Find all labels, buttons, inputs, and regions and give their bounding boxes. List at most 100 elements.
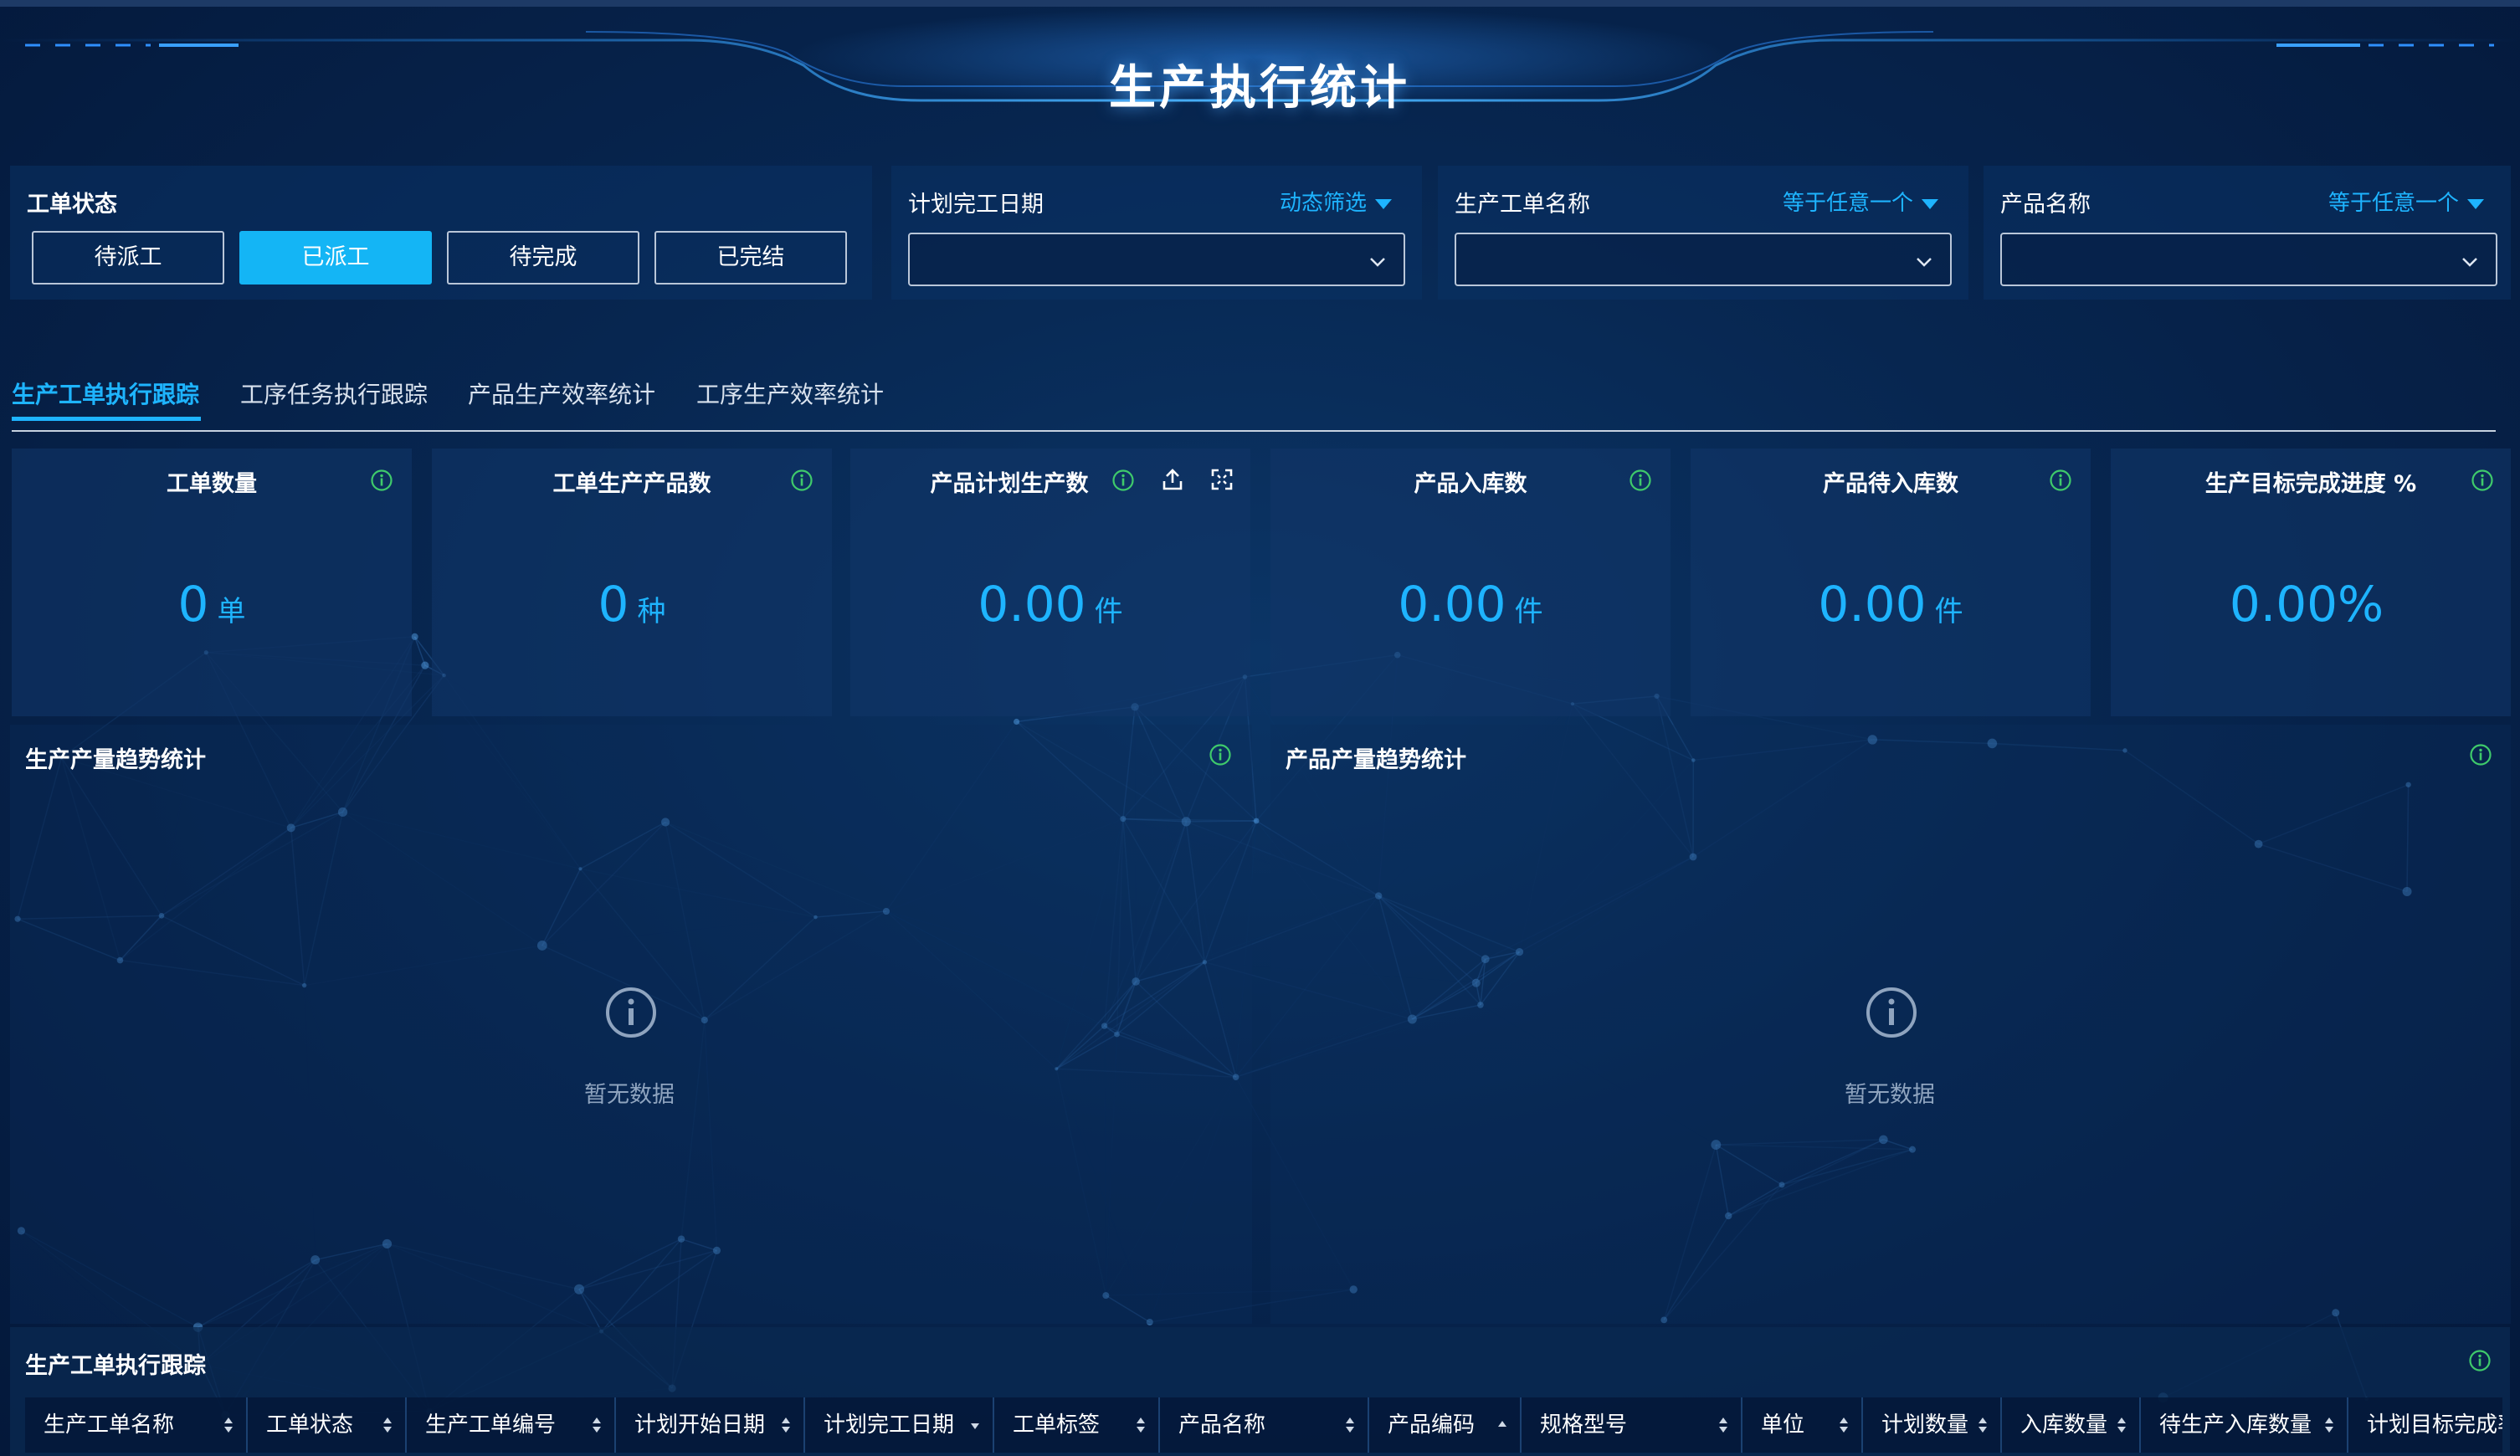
filter-mode-dropdown[interactable]: 等于任意一个: [1783, 186, 1938, 217]
tab-active-indicator: [12, 417, 201, 421]
kpi-value: 0种: [432, 576, 832, 633]
info-icon[interactable]: [370, 469, 393, 492]
column-header-work-order-status[interactable]: 工单状态: [248, 1397, 407, 1453]
sort-desc-icon[interactable]: [969, 1416, 981, 1434]
chart-panel-product-trend: 产品产量趋势统计 暂无数据: [1270, 725, 2511, 1324]
sort-icon[interactable]: [382, 1416, 393, 1434]
status-button-pending-complete[interactable]: 待完成: [447, 231, 639, 285]
sort-icon[interactable]: [780, 1416, 792, 1434]
column-header-product-name[interactable]: 产品名称: [1160, 1397, 1369, 1453]
tab-process-task-tracking[interactable]: 工序任务执行跟踪: [240, 377, 428, 410]
sort-icon[interactable]: [1717, 1416, 1729, 1434]
column-header-pending-stock-quantity[interactable]: 待生产入库数量: [2141, 1397, 2348, 1453]
empty-text: 暂无数据: [584, 1082, 675, 1108]
sort-icon[interactable]: [1977, 1416, 1989, 1434]
info-icon[interactable]: [790, 469, 813, 492]
filter-work-order-status: 工单状态 待派工 已派工 待完成 已完结: [10, 166, 872, 300]
sort-icon[interactable]: [591, 1416, 603, 1434]
kpi-number: 0.00: [1818, 576, 1927, 633]
page-title: 生产执行统计: [1109, 61, 1410, 115]
kpi-number: 0.00: [1398, 576, 1506, 633]
column-header-label: 工单标签: [1013, 1412, 1101, 1438]
column-header-plan-quantity[interactable]: 计划数量: [1863, 1397, 2002, 1453]
kpi-value: 0.00%: [2111, 576, 2511, 633]
filter-product-name: 产品名称 等于任意一个: [1984, 166, 2511, 300]
kpi-unit: 种: [637, 595, 666, 628]
sort-icon[interactable]: [2116, 1416, 2127, 1434]
column-header-plan-start-date[interactable]: 计划开始日期: [616, 1397, 805, 1453]
filter-mode-label: 等于任意一个: [2328, 191, 2459, 216]
column-header-work-order-tag[interactable]: 工单标签: [994, 1397, 1160, 1453]
column-header-label: 生产工单编号: [425, 1412, 557, 1438]
column-header-label: 产品编码: [1388, 1412, 1476, 1438]
sort-icon[interactable]: [1344, 1416, 1356, 1434]
kpi-value: 0.00 件: [1270, 576, 1671, 633]
top-edge: [0, 0, 2520, 7]
info-icon[interactable]: [2469, 743, 2492, 766]
kpi-card-pending-stock: 产品待入库数 0.00 件: [1691, 449, 2091, 716]
kpi-value: 0单: [12, 576, 412, 633]
info-icon[interactable]: [1209, 743, 1232, 766]
column-header-label: 计划目标完成率: [2367, 1412, 2502, 1438]
column-header-product-code[interactable]: 产品编码: [1369, 1397, 1522, 1453]
table-header-row: 生产工单名称 工单状态 生产工单编号 计划开始日期 计划完工日期 工单标签 产品…: [25, 1397, 2502, 1453]
sort-icon[interactable]: [2323, 1416, 2335, 1434]
chart-title: 生产产量趋势统计: [25, 747, 206, 773]
info-icon[interactable]: [1629, 469, 1652, 492]
chevron-down-icon: [2462, 258, 2477, 267]
kpi-title: 产品待入库数: [1823, 471, 1958, 497]
column-header-unit[interactable]: 单位: [1742, 1397, 1863, 1453]
column-header-plan-finish-date[interactable]: 计划完工日期: [805, 1397, 994, 1453]
filter-label: 生产工单名称: [1455, 192, 1590, 218]
filter-plan-finish-date: 计划完工日期 动态筛选: [891, 166, 1422, 300]
sort-icon[interactable]: [1135, 1416, 1147, 1434]
kpi-number: 0: [598, 576, 629, 633]
sort-asc-icon[interactable]: [1496, 1416, 1508, 1434]
column-header-work-order-name[interactable]: 生产工单名称: [25, 1397, 248, 1453]
kpi-number: 0.00: [978, 576, 1086, 633]
column-header-target-completion-rate[interactable]: 计划目标完成率: [2348, 1397, 2502, 1453]
chart-panel-production-trend: 生产产量趋势统计 暂无数据: [10, 725, 1252, 1324]
tab-process-efficiency[interactable]: 工序生产效率统计: [696, 377, 884, 410]
info-icon[interactable]: [1111, 469, 1135, 492]
info-icon[interactable]: [2049, 469, 2072, 492]
column-header-stock-quantity[interactable]: 入库数量: [2002, 1397, 2141, 1453]
tab-bar: 生产工单执行跟踪 工序任务执行跟踪 产品生产效率统计 工序生产效率统计: [12, 368, 2496, 432]
fullscreen-icon[interactable]: [1210, 468, 1234, 491]
filter-mode-label: 动态筛选: [1279, 191, 1367, 216]
tab-label: 生产工单执行跟踪: [12, 381, 200, 408]
filter-label: 工单状态: [27, 192, 117, 218]
column-header-label: 计划完工日期: [824, 1412, 955, 1438]
plan-finish-date-select[interactable]: [908, 233, 1405, 286]
tab-product-efficiency[interactable]: 产品生产效率统计: [468, 377, 655, 410]
status-button-pending-dispatch[interactable]: 待派工: [32, 231, 224, 285]
kpi-title: 工单生产产品数: [552, 471, 711, 497]
kpi-title: 生产目标完成进度 %: [2204, 471, 2417, 497]
table-panel-work-order-tracking: 生产工单执行跟踪 生产工单名称 工单状态 生产工单编号 计划开始日期 计划完工日…: [10, 1327, 2510, 1456]
upload-icon[interactable]: [1160, 467, 1185, 492]
info-icon[interactable]: [2471, 469, 2494, 492]
kpi-unit: 单: [217, 595, 246, 628]
filter-label: 产品名称: [2000, 192, 2091, 218]
filter-mode-dropdown[interactable]: 动态筛选: [1280, 186, 1392, 217]
product-name-select[interactable]: [2000, 233, 2497, 286]
kpi-number: 0.00%: [2229, 576, 2384, 633]
kpi-unit: 件: [1094, 595, 1123, 628]
info-icon[interactable]: [2468, 1349, 2492, 1372]
caret-down-icon: [1922, 198, 1938, 209]
status-button-closed[interactable]: 已完结: [654, 231, 847, 285]
sort-icon[interactable]: [223, 1416, 234, 1434]
column-header-spec-model[interactable]: 规格型号: [1522, 1397, 1742, 1453]
column-header-work-order-number[interactable]: 生产工单编号: [407, 1397, 616, 1453]
status-button-dispatched[interactable]: 已派工: [239, 231, 432, 285]
kpi-unit: 件: [1514, 595, 1543, 628]
empty-text: 暂无数据: [1845, 1082, 1935, 1108]
sort-icon[interactable]: [1838, 1416, 1850, 1434]
filter-mode-label: 等于任意一个: [1782, 191, 1913, 216]
kpi-title: 产品入库数: [1414, 471, 1527, 497]
chevron-down-icon: [1917, 258, 1932, 267]
work-order-name-select[interactable]: [1455, 233, 1952, 286]
kpi-card-product-kinds: 工单生产产品数 0种: [432, 449, 832, 716]
tab-work-order-tracking[interactable]: 生产工单执行跟踪: [12, 377, 201, 421]
filter-mode-dropdown[interactable]: 等于任意一个: [2328, 186, 2484, 217]
